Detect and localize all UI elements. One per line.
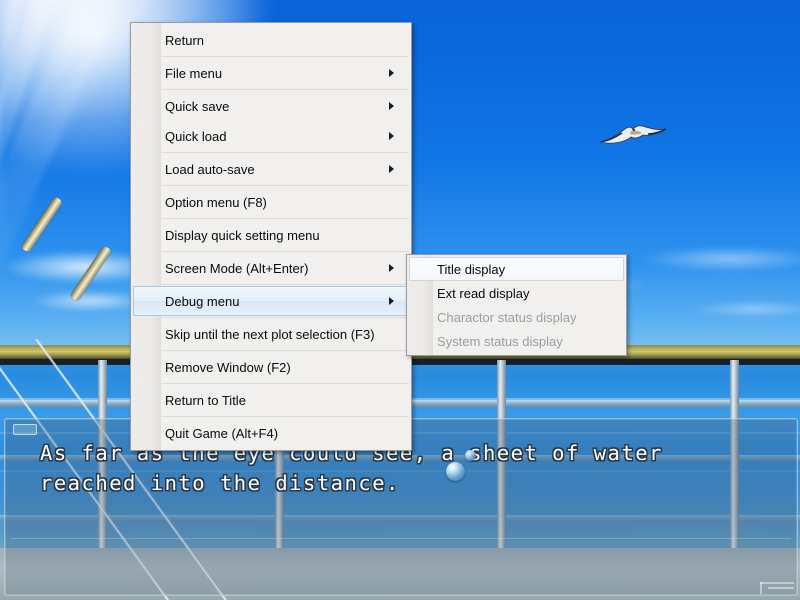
menu-separator xyxy=(162,89,409,90)
chevron-right-icon xyxy=(389,132,394,140)
menu-item-remove-window-f2[interactable]: Remove Window (F2) xyxy=(133,352,409,382)
context-menu-list: Return File menu Quick save Quick load Load … xyxy=(131,23,411,450)
menu-item-label: System status display xyxy=(437,333,563,349)
menu-item-quit-game-alt-f4[interactable]: Quit Game (Alt+F4) xyxy=(133,418,409,448)
menu-separator xyxy=(162,56,409,57)
debug-submenu-list: Title display Ext read display Charactor s… xyxy=(407,255,626,355)
menu-separator xyxy=(162,185,409,186)
menu-item-label: Debug menu xyxy=(165,293,240,309)
cloud xyxy=(690,300,800,318)
menu-item-skip-until-the-next-plot-selection-f3[interactable]: Skip until the next plot selection (F3) xyxy=(133,319,409,349)
menu-item-label: Ext read display xyxy=(437,285,530,301)
menu-item-display-quick-setting-menu[interactable]: Display quick setting menu xyxy=(133,220,409,250)
menu-separator xyxy=(162,251,409,252)
menu-item-load-auto-save[interactable]: Load auto-save xyxy=(133,154,409,184)
submenu-item-ext-read-display[interactable]: Ext read display xyxy=(409,281,624,305)
textbox-inner-frame xyxy=(11,437,791,539)
menu-item-label: Option menu (F8) xyxy=(165,194,267,210)
menu-item-label: Quick load xyxy=(165,128,227,144)
menu-item-label: Return to Title xyxy=(165,392,246,408)
water-droplet-icon xyxy=(446,462,465,481)
submenu-item-system-status-display: System status display xyxy=(409,329,624,353)
chevron-right-icon xyxy=(389,165,394,173)
menu-item-quick-load[interactable]: Quick load xyxy=(133,121,409,151)
menu-item-label: Quick save xyxy=(165,98,230,114)
menu-item-label: Skip until the next plot selection (F3) xyxy=(165,326,375,342)
chevron-right-icon xyxy=(389,297,394,305)
menu-separator xyxy=(162,317,409,318)
debug-submenu[interactable]: Title display Ext read display Charactor s… xyxy=(406,254,627,356)
context-menu[interactable]: Return File menu Quick save Quick load Load … xyxy=(130,22,412,451)
cloud xyxy=(640,246,800,272)
menu-item-label: Return xyxy=(165,32,205,48)
menu-item-file-menu[interactable]: File menu xyxy=(133,58,409,88)
game-screen: As far as the eye could see, a sheet of … xyxy=(0,0,800,600)
menu-item-return-to-title[interactable]: Return to Title xyxy=(133,385,409,415)
menu-item-label: Display quick setting menu xyxy=(165,227,320,243)
menu-separator xyxy=(162,416,409,417)
menu-item-label: Charactor status display xyxy=(437,309,577,325)
submenu-item-charactor-status-display: Charactor status display xyxy=(409,305,624,329)
menu-separator xyxy=(162,284,409,285)
menu-separator xyxy=(162,350,409,351)
chevron-right-icon xyxy=(389,102,394,110)
menu-item-return[interactable]: Return xyxy=(133,25,409,55)
textbox-tab-icon xyxy=(13,424,37,435)
corner-indicator[interactable] xyxy=(760,578,794,594)
seagull-icon xyxy=(599,125,667,144)
menu-item-option-menu-f8[interactable]: Option menu (F8) xyxy=(133,187,409,217)
submenu-item-title-display[interactable]: Title display xyxy=(409,257,624,281)
menu-item-debug-menu[interactable]: Debug menu xyxy=(133,286,409,316)
menu-item-quick-save[interactable]: Quick save xyxy=(133,91,409,121)
chevron-right-icon xyxy=(389,69,394,77)
menu-separator xyxy=(162,383,409,384)
menu-item-label: Title display xyxy=(437,261,506,277)
menu-separator xyxy=(162,152,409,153)
menu-item-label: Load auto-save xyxy=(165,161,255,177)
menu-item-label: Quit Game (Alt+F4) xyxy=(165,425,279,441)
menu-separator xyxy=(162,218,409,219)
menu-item-label: Remove Window (F2) xyxy=(165,359,291,375)
chevron-right-icon xyxy=(389,264,394,272)
menu-item-label: Screen Mode (Alt+Enter) xyxy=(165,260,309,276)
menu-item-label: File menu xyxy=(165,65,223,81)
menu-item-screen-mode-alt-enter[interactable]: Screen Mode (Alt+Enter) xyxy=(133,253,409,283)
water-droplet-small-icon xyxy=(465,450,476,461)
